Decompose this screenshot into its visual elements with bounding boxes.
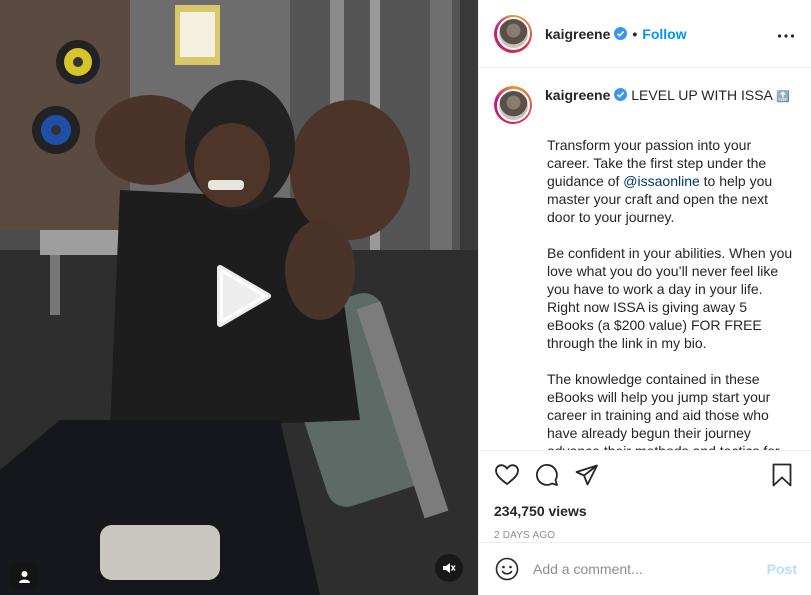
bookmark-icon xyxy=(772,463,792,487)
video-player[interactable] xyxy=(0,0,478,595)
emoji-icon[interactable] xyxy=(495,557,519,581)
tagged-users-button[interactable] xyxy=(10,562,38,590)
post-header: kaigreene • Follow xyxy=(479,0,811,68)
mute-toggle-button[interactable] xyxy=(435,554,463,582)
more-options-button[interactable] xyxy=(777,26,795,42)
mention-link[interactable]: @issaonline xyxy=(623,173,699,189)
share-button[interactable] xyxy=(574,462,600,488)
caption-headline: LEVEL UP WITH ISSA xyxy=(631,87,773,103)
caption-avatar-ring[interactable] xyxy=(494,86,532,124)
instagram-post-view: kaigreene • Follow kaigreene LEVEL UP WI… xyxy=(0,0,811,595)
action-icons-row xyxy=(494,461,795,489)
comment-button[interactable] xyxy=(534,462,560,488)
play-icon xyxy=(217,265,271,327)
caption-paragraph-3: The knowledge contained in these eBooks … xyxy=(547,371,780,450)
caption-area: kaigreene LEVEL UP WITH ISSA 🔝 Transform… xyxy=(479,68,811,450)
caption-first-line: kaigreene LEVEL UP WITH ISSA 🔝 xyxy=(545,86,790,106)
comment-form: Post xyxy=(479,542,811,595)
view-count[interactable]: 234,750 views xyxy=(494,503,795,519)
post-actions: 234,750 views 2 DAYS AGO Post xyxy=(479,450,811,595)
caption-header: kaigreene LEVEL UP WITH ISSA 🔝 xyxy=(494,86,795,124)
follow-button[interactable]: Follow xyxy=(642,26,686,42)
heart-icon xyxy=(495,464,519,485)
verified-badge-icon xyxy=(614,88,628,101)
like-button[interactable] xyxy=(494,462,520,488)
post-comment-button[interactable]: Post xyxy=(767,561,797,577)
caption-paragraph-2: Be confident in your abilities. When you… xyxy=(547,245,793,351)
post-details-panel: kaigreene • Follow kaigreene LEVEL UP WI… xyxy=(478,0,811,595)
post-date[interactable]: 2 DAYS AGO xyxy=(494,530,795,541)
avatar xyxy=(496,17,530,50)
top-emoji: 🔝 xyxy=(775,91,790,103)
user-icon xyxy=(18,570,30,583)
caption-paragraph-1: Transform your passion into your career.… xyxy=(547,136,795,226)
profile-avatar-ring[interactable] xyxy=(494,14,532,53)
save-button[interactable] xyxy=(769,462,795,488)
avatar xyxy=(496,88,530,122)
comment-input[interactable] xyxy=(533,561,767,577)
separator: • xyxy=(632,25,638,42)
comment-bubble-icon xyxy=(536,464,558,486)
username-link[interactable]: kaigreene xyxy=(545,26,610,42)
caption-username-link[interactable]: kaigreene xyxy=(545,87,610,103)
paper-plane-icon xyxy=(575,464,598,486)
play-button[interactable] xyxy=(206,262,274,330)
verified-badge-icon xyxy=(614,27,628,40)
more-horizontal-icon xyxy=(777,33,795,38)
speaker-muted-icon xyxy=(443,563,456,573)
